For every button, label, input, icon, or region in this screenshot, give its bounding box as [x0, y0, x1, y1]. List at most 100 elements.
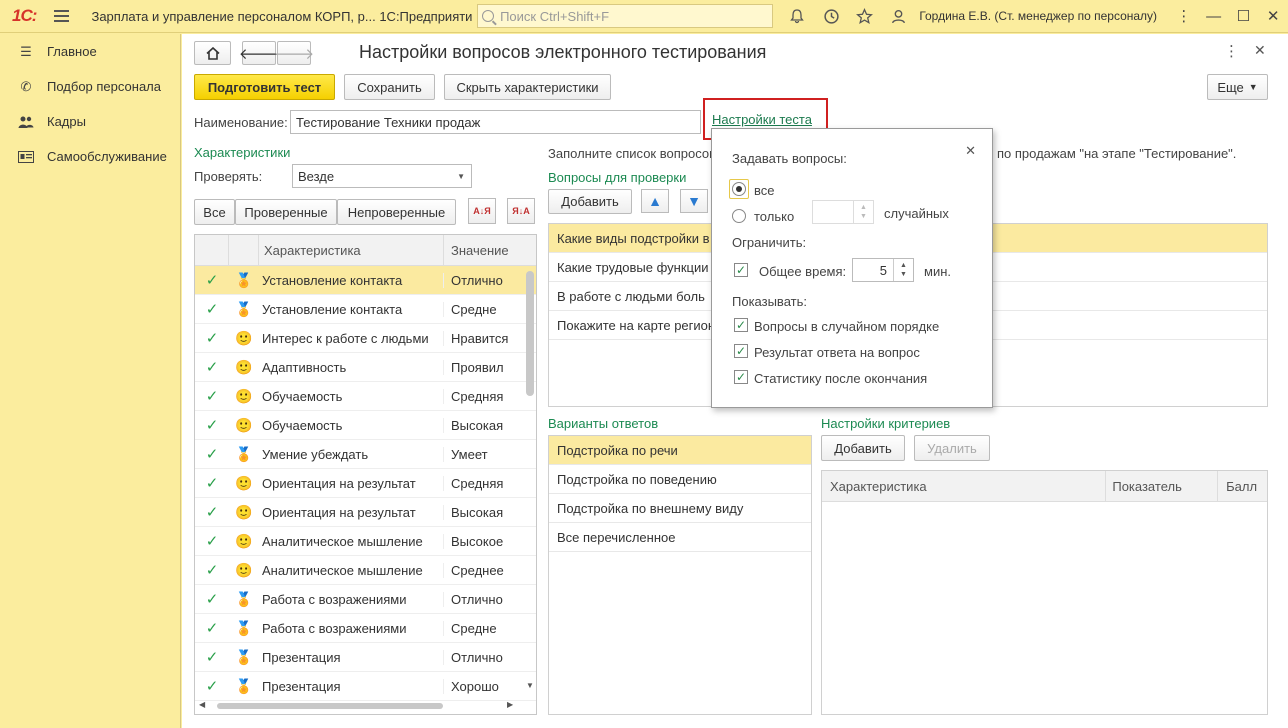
table-row[interactable]: ✓ 🏅 Установление контакта Средне [195, 295, 536, 324]
stepper-icon[interactable]: ▲ ▼ [893, 259, 913, 281]
answer-row[interactable]: Все перечисленное [549, 523, 811, 552]
check-select[interactable]: Везде ▼ [292, 164, 472, 188]
characteristics-rows: ✓ 🏅 Установление контакта Отлично ✓ 🏅 Установл… [195, 266, 536, 701]
hide-characteristics-button[interactable]: Скрыть характеристики [444, 74, 611, 100]
name-field[interactable]: Тестирование Техники продаж [290, 110, 701, 134]
search-input[interactable]: Поиск Ctrl+Shift+F [477, 4, 773, 28]
medal-icon: 🏅 [235, 445, 253, 462]
test-settings-link[interactable]: Настройки теста [712, 112, 812, 127]
scroll-down-icon[interactable]: ▼ [526, 681, 534, 690]
medal-icon: 🏅 [235, 677, 253, 694]
filter-unchecked-button[interactable]: Непроверенные [337, 199, 456, 225]
table-row[interactable]: ✓ 🙂 Аналитическое мышление Среднее [195, 556, 536, 585]
col-characteristic[interactable]: Характеристика [259, 243, 443, 258]
star-icon[interactable] [848, 0, 882, 33]
prepare-test-button[interactable]: Подготовить тест [194, 74, 335, 100]
bell-icon[interactable] [781, 0, 815, 33]
vertical-scrollbar[interactable] [526, 271, 534, 396]
filter-checked-button[interactable]: Проверенные [235, 199, 337, 225]
table-row[interactable]: ✓ 🙂 Обучаемость Средняя [195, 382, 536, 411]
table-row[interactable]: ✓ 🏅 Работа с возражениями Отлично [195, 585, 536, 614]
move-up-icon[interactable]: ▲ [641, 189, 669, 213]
ask-all-radio[interactable] [732, 182, 746, 196]
value-cell: Проявил [443, 359, 523, 375]
sort-desc-icon[interactable]: Я↓А [507, 198, 535, 224]
table-row[interactable]: ✓ 🙂 Адаптивность Проявил [195, 353, 536, 382]
stats-checkbox[interactable]: ✓ [734, 370, 748, 384]
horizontal-scrollbar[interactable] [217, 703, 443, 709]
medal-icon: 🏅 [235, 271, 253, 288]
main-menu-icon[interactable] [53, 6, 80, 26]
more-button[interactable]: Еще ▼ [1207, 74, 1268, 100]
table-row[interactable]: ✓ 🏅 Работа с возражениями Средне [195, 614, 536, 643]
chevron-down-icon: ▼ [1248, 82, 1258, 92]
table-row[interactable]: ✓ 🙂 Обучаемость Высокая [195, 411, 536, 440]
close-form-icon[interactable]: ✕ [1254, 42, 1266, 59]
answer-result-checkbox[interactable]: ✓ [734, 344, 748, 358]
check-icon: ✓ [205, 417, 219, 434]
sort-asc-icon[interactable]: А↓Я [468, 198, 496, 224]
table-row[interactable]: ✓ 🙂 Аналитическое мышление Высокое [195, 527, 536, 556]
history-icon[interactable] [814, 0, 848, 33]
answer-row[interactable]: Подстройка по поведению [549, 465, 811, 494]
col-indicator[interactable]: Показатель [1105, 471, 1217, 502]
total-time-field[interactable]: 5 ▲ ▼ [852, 258, 914, 282]
check-icon: ✓ [205, 359, 219, 376]
table-row[interactable]: ✓ 🏅 Умение убеждать Умеет [195, 440, 536, 469]
delete-criterion-button[interactable]: Удалить [914, 435, 990, 461]
move-down-icon[interactable]: ▼ [680, 189, 708, 213]
table-row[interactable]: ✓ 🏅 Презентация Хорошо [195, 672, 536, 701]
table-row[interactable]: ✓ 🙂 Интерес к работе с людьми Нравится [195, 324, 536, 353]
col-value[interactable]: Значение [443, 235, 523, 266]
check-icon: ✓ [205, 475, 219, 492]
characteristic-cell: Презентация [262, 678, 341, 694]
table-row[interactable]: ✓ 🙂 Ориентация на результат Высокая [195, 498, 536, 527]
home-button[interactable] [194, 41, 231, 65]
characteristic-cell: Адаптивность [262, 359, 347, 375]
current-user[interactable]: Гордина Е.В. (Ст. менеджер по персоналу) [919, 9, 1157, 23]
user-icon[interactable] [882, 0, 916, 33]
answer-row[interactable]: Подстройка по внешнему виду [549, 494, 811, 523]
characteristic-cell: Установление контакта [262, 272, 403, 288]
ask-only-radio[interactable] [732, 209, 746, 223]
scroll-left-icon[interactable]: ◀ [199, 700, 205, 709]
col-score[interactable]: Балл [1217, 471, 1267, 502]
save-button[interactable]: Сохранить [344, 74, 435, 100]
stats-label: Статистику после окончания [754, 371, 928, 386]
smile-icon: 🙂 [235, 329, 253, 346]
scroll-right-icon[interactable]: ▶ [507, 700, 513, 709]
check-select-value: Везде [298, 168, 335, 184]
filter-all-button[interactable]: Все [194, 199, 235, 225]
check-icon: ✓ [205, 649, 219, 666]
sidebar-item-self-service[interactable]: Самообслуживание [0, 139, 180, 174]
col-characteristic[interactable]: Характеристика [822, 479, 1105, 494]
close-window-icon[interactable]: ✕ [1258, 7, 1288, 25]
smile-icon: 🙂 [235, 474, 253, 491]
back-button[interactable]: 🡐 [239, 41, 279, 65]
table-row[interactable]: ✓ 🏅 Презентация Отлично [195, 643, 536, 672]
random-order-checkbox[interactable]: ✓ [734, 318, 748, 332]
sidebar-item-hr[interactable]: Кадры [0, 104, 180, 139]
forward-button[interactable]: 🡒 [274, 41, 314, 65]
minimize-icon[interactable]: — [1199, 8, 1229, 25]
settings-dots-icon[interactable]: ⋮ [1169, 7, 1199, 25]
random-count-field[interactable]: ▲ ▼ [812, 200, 874, 224]
form-menu-icon[interactable]: ⋮ [1224, 42, 1239, 60]
sidebar-item-main[interactable]: ☰ Главное [0, 34, 180, 69]
table-row[interactable]: ✓ 🙂 Ориентация на результат Средняя [195, 469, 536, 498]
check-icon: ✓ [205, 533, 219, 550]
add-criterion-button[interactable]: Добавить [821, 435, 905, 461]
sidebar-item-recruiting[interactable]: ✆ Подбор персонала [0, 69, 180, 104]
characteristic-cell: Обучаемость [262, 388, 343, 404]
chevron-down-icon[interactable]: ▼ [457, 172, 465, 181]
answer-row[interactable]: Подстройка по речи [549, 436, 811, 465]
total-time-checkbox[interactable]: ✓ [734, 263, 748, 277]
maximize-icon[interactable]: ☐ [1229, 7, 1259, 25]
characteristic-cell: Умение убеждать [262, 446, 369, 462]
table-row[interactable]: ✓ 🏅 Установление контакта Отлично [195, 266, 536, 295]
close-popup-icon[interactable]: ✕ [965, 143, 976, 159]
characteristic-cell: Установление контакта [262, 301, 403, 317]
stepper-icon[interactable]: ▲ ▼ [853, 201, 873, 223]
answers-rows: Подстройка по речи Подстройка по поведени… [549, 436, 811, 552]
add-question-button[interactable]: Добавить [548, 189, 632, 214]
